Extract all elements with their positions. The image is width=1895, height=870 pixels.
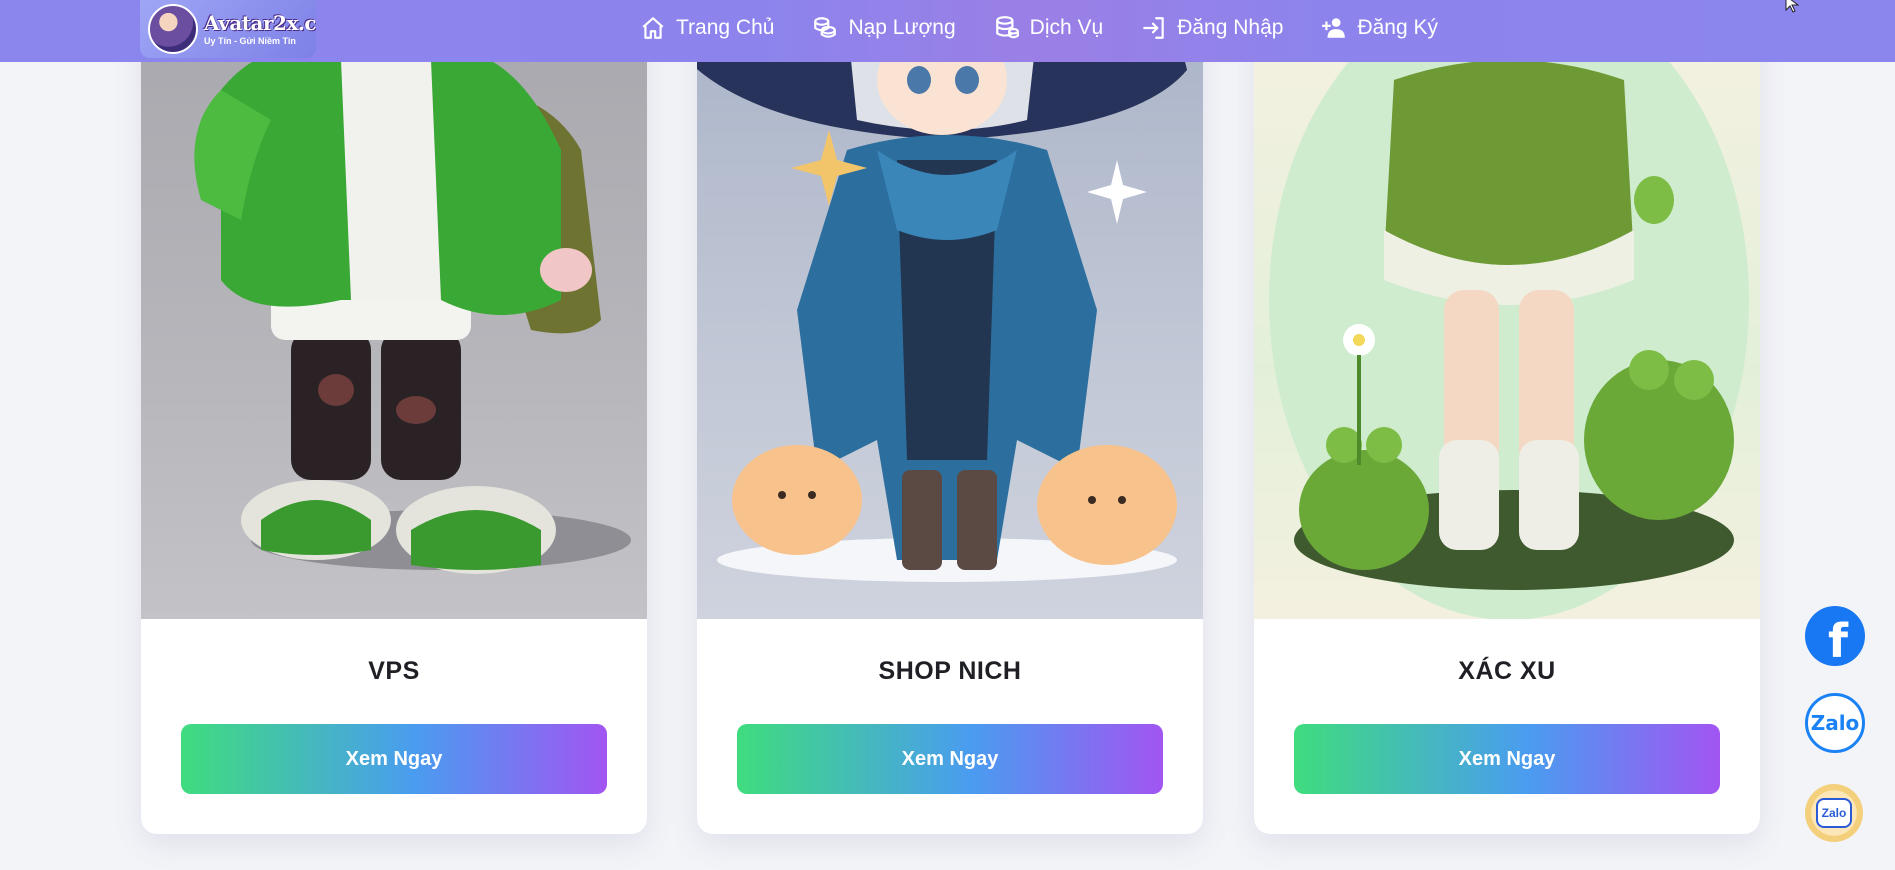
card-title: VPS [368, 657, 420, 685]
nav-item-label: Trang Chủ [676, 16, 775, 39]
home-icon [642, 17, 664, 39]
zalo-icon: Zalo [1810, 711, 1860, 735]
zalo-chat-button[interactable]: Zalo [1805, 784, 1863, 842]
nav-item-topup[interactable]: Nạp Lượng [812, 15, 956, 41]
product-card-vps: VPS Xem Ngay [141, 0, 647, 834]
facebook-button[interactable]: f [1805, 606, 1865, 668]
nav-item-home[interactable]: Trang Chủ [640, 15, 774, 41]
nav-item-label: Nạp Lượng [848, 16, 956, 39]
site-logo[interactable]: Avatar2x.com Uy Tín - Gửi Niềm Tin [140, 0, 316, 58]
nav-item-register[interactable]: Đăng Ký [1321, 15, 1438, 41]
facebook-icon: f [1827, 614, 1848, 668]
top-navbar: Avatar2x.com Uy Tín - Gửi Niềm Tin Trang… [0, 0, 1895, 62]
login-icon [1143, 17, 1164, 39]
view-now-button[interactable]: Xem Ngay [1294, 724, 1720, 794]
card-title: SHOP NICH [878, 657, 1022, 685]
logo-avatar-icon [148, 4, 198, 54]
logo-subtitle: Uy Tín - Gửi Niềm Tin [204, 35, 296, 46]
view-now-button[interactable]: Xem Ngay [737, 724, 1163, 794]
product-card-shop-nich: SHOP NICH Xem Ngay [697, 0, 1203, 834]
zalo-button[interactable]: Zalo [1805, 693, 1865, 753]
product-card-xac-xu: XÁC XU Xem Ngay [1254, 0, 1760, 834]
user-plus-icon [1322, 18, 1346, 38]
view-now-button[interactable]: Xem Ngay [181, 724, 607, 794]
coins-icon [814, 17, 837, 38]
nav-item-services[interactable]: Dịch Vụ [994, 15, 1104, 41]
nav-item-label: Đăng Nhập [1177, 16, 1284, 39]
mouse-cursor-icon [1785, 0, 1800, 13]
card-title: XÁC XU [1458, 657, 1556, 685]
nav-item-label: Đăng Ký [1357, 16, 1438, 39]
card-image-vps [141, 0, 647, 619]
logo-title: Avatar2x.com [204, 10, 316, 35]
card-image-xac-xu [1254, 0, 1760, 619]
nav-item-label: Dịch Vụ [1029, 16, 1104, 39]
card-image-shop-nich [697, 0, 1203, 619]
coins-stack-icon [995, 16, 1019, 39]
zalo-chat-icon: Zalo [1816, 798, 1852, 828]
main-nav: Trang Chủ Nạp Lượng Dịch Vụ Đăng Nhập Đă… [640, 0, 1438, 56]
nav-item-login[interactable]: Đăng Nhập [1141, 15, 1283, 41]
